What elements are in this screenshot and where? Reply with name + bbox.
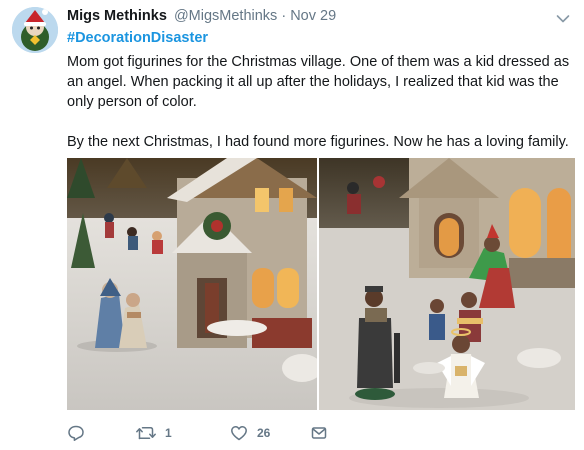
envelope-icon (310, 424, 328, 442)
media-grid (67, 158, 575, 410)
tweet-header: Migs Methinks @MigsMethinks · Nov 29 (67, 8, 336, 26)
tweet-actions: 1 26 (67, 423, 367, 443)
heart-icon (230, 424, 248, 442)
chevron-down-icon[interactable] (556, 11, 570, 23)
retweet-icon (135, 424, 157, 442)
display-name[interactable]: Migs Methinks (67, 8, 167, 24)
photo-village-angel-with-family[interactable] (319, 158, 575, 410)
tweet-paragraph: By the next Christmas, I had found more … (67, 134, 569, 150)
tweet-text: Mom got figurines for the Christmas vill… (67, 52, 572, 172)
reply-icon (67, 424, 85, 442)
user-handle[interactable]: @MigsMethinks (174, 8, 277, 24)
reply-button[interactable] (67, 423, 85, 443)
tweet-card[interactable]: Migs Methinks @MigsMethinks · Nov 29 #De… (0, 0, 584, 450)
avatar[interactable] (12, 7, 58, 53)
separator: · (281, 8, 287, 24)
timestamp[interactable]: Nov 29 (290, 8, 336, 24)
retweet-button[interactable]: 1 (135, 423, 172, 443)
tweet-paragraph: Mom got figurines for the Christmas vill… (67, 54, 570, 110)
retweet-count: 1 (165, 426, 172, 440)
direct-message-button[interactable] (310, 423, 328, 443)
photo-village-angel-alone[interactable] (67, 158, 317, 410)
like-count: 26 (257, 426, 271, 440)
like-button[interactable]: 26 (230, 423, 270, 443)
hashtag-link[interactable]: #DecorationDisaster (67, 30, 208, 46)
